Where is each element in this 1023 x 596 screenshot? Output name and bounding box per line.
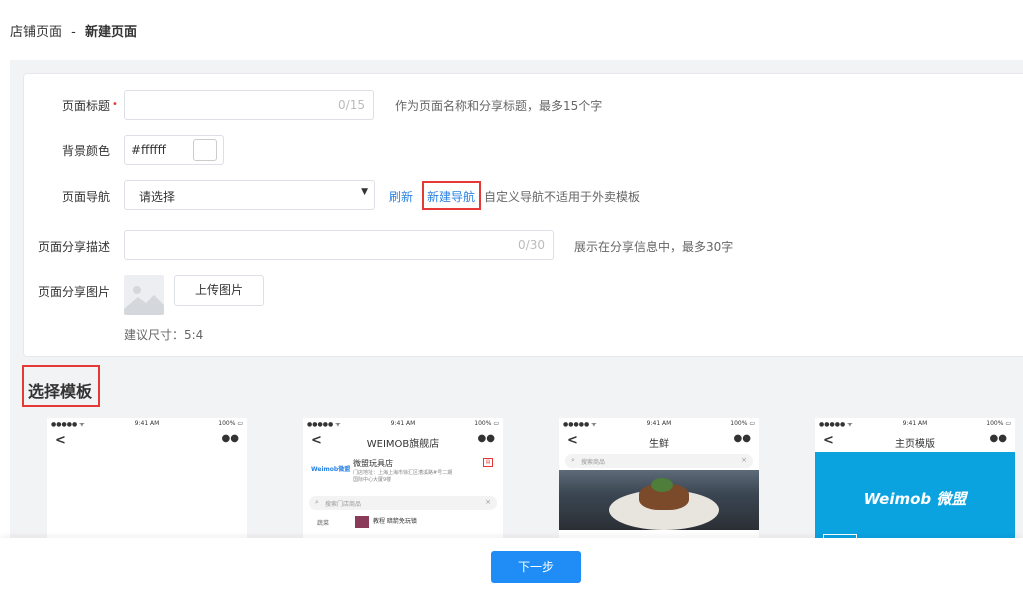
status-time: 9:41 AM (134, 420, 160, 427)
template-card-fresh[interactable]: ●●●●● ᯤ 9:41 AM 100% ▭ < 生鲜 ●● ⌕ 搜索商品 × (559, 418, 759, 540)
more-icon: ●● (989, 433, 1007, 444)
shop-info: Weimob微盟 微盟玩具店 门店地址：上海上海市徐汇区漕溪路#号二期国际中心大… (303, 452, 503, 494)
weimob-banner-logo: Weimob 微盟 (863, 490, 967, 508)
phone-nav-title: 主页模版 (895, 439, 935, 450)
page-title-input[interactable]: 0/15 (124, 90, 374, 120)
product-title: 教程 暗箭免玩镇 (373, 518, 417, 525)
page-title-label: 页面标题 (61, 99, 110, 113)
phone-nav-title: WEIMOB旗舰店 (366, 439, 440, 450)
page-nav-hint: 自定义导航不适用于外卖模板 (484, 190, 641, 204)
search-icon: ⌕ (315, 498, 319, 506)
share-img-size-hint: 建议尺寸：5:4 (124, 328, 204, 342)
home-banner: Weimob 微盟 (815, 452, 1015, 540)
shop-address: 门店地址：上海上海市徐汇区漕溪路#号二期国际中心大厦9楼 (353, 470, 453, 483)
back-icon: < (55, 433, 66, 448)
phone-status-bar: ●●●●● ᯤ 9:41 AM 100% ▭ (47, 418, 247, 430)
status-time: 9:41 AM (646, 420, 672, 427)
food-banner-image (559, 470, 759, 530)
close-icon: × (741, 456, 747, 464)
share-desc-counter: 0/30 (518, 238, 545, 252)
phone-status-bar: ●●●●● ᯤ 9:41 AM 100% ▭ (303, 418, 503, 430)
refresh-link[interactable]: 刷新 (389, 188, 413, 205)
color-swatch[interactable] (193, 139, 217, 161)
phone-nav-bar: < 主页模版 ●● (815, 430, 1015, 452)
page-title-hint: 作为页面名称和分享标题，最多15个字 (395, 99, 603, 113)
page-title-counter: 0/15 (338, 98, 365, 112)
phone-nav-bar: < WEIMOB旗舰店 ●● (303, 430, 503, 452)
phone-search-bar: ⌕ 搜索商品 × (565, 454, 753, 468)
more-icon: ●● (221, 433, 239, 444)
battery-icon: 100% ▭ (218, 420, 243, 427)
phone-status-bar: ●●●●● ᯤ 9:41 AM 100% ▭ (815, 418, 1015, 430)
required-mark: • (112, 99, 118, 110)
category-row: 蔬菜 教程 暗箭免玩镇 (303, 512, 503, 532)
page-nav-label: 页面导航 (61, 190, 110, 204)
upload-image-button[interactable]: 上传图片 (174, 275, 264, 306)
bg-color-label: 背景颜色 (61, 144, 110, 158)
battery-icon: 100% ▭ (474, 420, 499, 427)
next-step-button[interactable]: 下一步 (491, 551, 581, 583)
page-nav-selected: 请选择 (139, 190, 176, 204)
breadcrumb: 店铺页面 - 新建页面 (10, 21, 137, 40)
more-icon: ●● (733, 433, 751, 444)
phone-nav-bar: < 生鲜 ●● (559, 430, 759, 452)
battery-icon: 100% ▭ (730, 420, 755, 427)
category-label: 蔬菜 (317, 520, 330, 527)
new-nav-link[interactable]: 新建导航 (427, 188, 475, 205)
search-placeholder: 搜索门店商品 (325, 501, 362, 508)
share-desc-hint: 展示在分享信息中，最多30字 (574, 240, 734, 254)
close-icon: × (485, 498, 491, 506)
shop-name: 微盟玩具店 (353, 459, 393, 468)
image-placeholder-icon (124, 275, 164, 315)
phone-status-bar: ●●●●● ᯤ 9:41 AM 100% ▭ (559, 418, 759, 430)
battery-icon: 100% ▭ (986, 420, 1011, 427)
template-card-home[interactable]: ●●●●● ᯤ 9:41 AM 100% ▭ < 主页模版 ●● Weimob … (815, 418, 1015, 540)
chevron-down-icon: ▼ (361, 187, 368, 197)
share-desc-input[interactable]: 0/30 (124, 230, 554, 260)
weimob-logo: Weimob微盟 (311, 466, 351, 473)
breadcrumb-parent[interactable]: 店铺页面 (10, 25, 62, 40)
page-nav-select[interactable]: 请选择 ▼ (124, 180, 375, 210)
more-icon: ●● (477, 433, 495, 444)
garnish-shape (651, 478, 673, 492)
template-card-shop[interactable]: ●●●●● ᯤ 9:41 AM 100% ▭ < WEIMOB旗舰店 ●● We… (303, 418, 503, 540)
share-img-label: 页面分享图片 (37, 285, 110, 299)
breadcrumb-current: 新建页面 (85, 25, 138, 40)
phone-nav-title: 生鲜 (649, 439, 669, 450)
status-time: 9:41 AM (902, 420, 928, 427)
bg-color-value: #ffffff (131, 143, 166, 157)
bg-color-input[interactable]: #ffffff (124, 135, 224, 165)
status-time: 9:41 AM (390, 420, 416, 427)
product-thumbnail (355, 516, 369, 528)
search-icon: ⌕ (571, 456, 575, 464)
phone-nav-bar: < ●● (47, 430, 247, 452)
search-placeholder: 搜索商品 (581, 459, 606, 466)
breadcrumb-separator: - (71, 25, 76, 40)
template-card-blank[interactable]: ●●●●● ᯤ 9:41 AM 100% ▭ < ●● (47, 418, 247, 540)
phone-search-bar: ⌕ 搜索门店商品 × (309, 496, 497, 510)
share-desc-label: 页面分享描述 (37, 240, 110, 254)
shop-badge-icon: ▤ (483, 458, 493, 467)
select-template-title: 选择模板 (28, 382, 93, 401)
